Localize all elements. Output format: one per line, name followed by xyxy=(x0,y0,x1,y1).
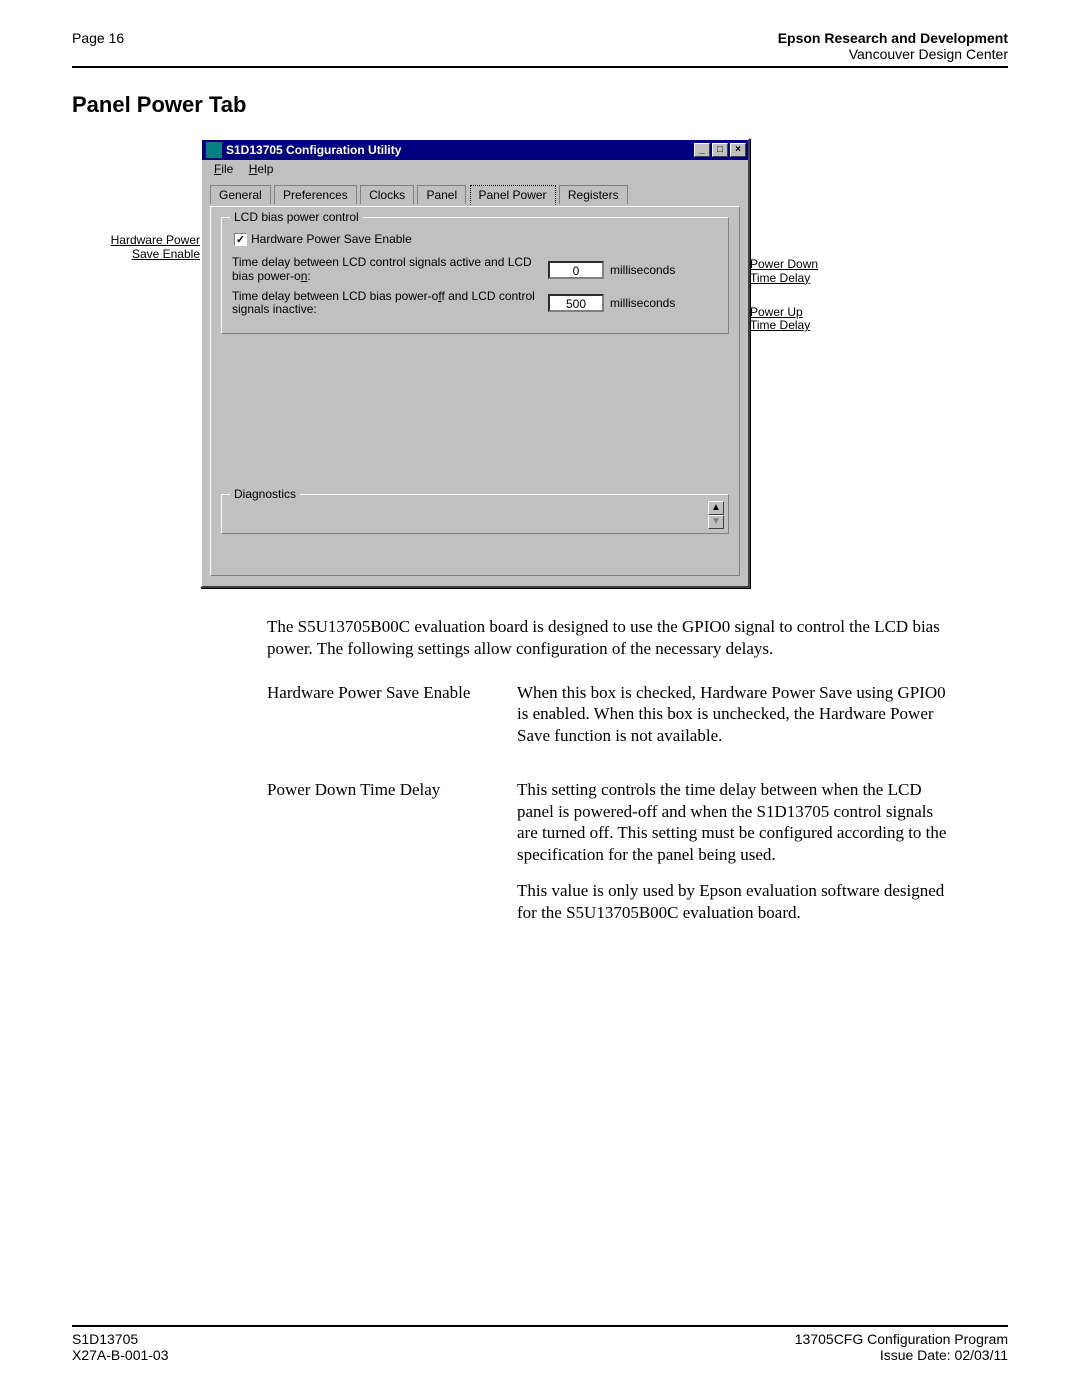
callout-power-down: Power Down Time Delay xyxy=(750,258,860,286)
delay-on-label: Time delay between LCD control signals a… xyxy=(232,256,542,284)
window-title: S1D13705 Configuration Utility xyxy=(226,143,401,157)
diagnostics-title: Diagnostics xyxy=(230,487,300,501)
tab-general[interactable]: General xyxy=(210,185,271,204)
def-term: Power Down Time Delay xyxy=(267,779,517,938)
figure-area: Hardware Power Save Enable S1D13705 Conf… xyxy=(72,138,1008,588)
page-footer: S1D13705 X27A-B-001-03 13705CFG Configur… xyxy=(72,1325,1008,1363)
page-number: Page 16 xyxy=(72,30,124,62)
tab-content: LCD bias power control ✓ Hardware Power … xyxy=(210,206,740,576)
tab-registers[interactable]: Registers xyxy=(559,185,628,204)
hw-power-save-checkbox[interactable]: ✓ xyxy=(234,233,247,246)
def-row: Hardware Power Save Enable When this box… xyxy=(267,682,947,761)
delay-on-unit: milliseconds xyxy=(610,263,675,277)
callout-hw-power-save: Hardware Power Save Enable xyxy=(90,138,200,262)
delay-off-unit: milliseconds xyxy=(610,296,675,310)
section-title: Panel Power Tab xyxy=(72,92,1008,118)
delay-off-input[interactable]: 500 xyxy=(548,294,604,312)
menu-help[interactable]: Help xyxy=(243,162,280,176)
tab-panel[interactable]: Panel xyxy=(417,185,466,204)
maximize-button[interactable]: □ xyxy=(712,143,728,157)
def-row: Power Down Time Delay This setting contr… xyxy=(267,779,947,938)
footer-product: S1D13705 xyxy=(72,1331,169,1347)
config-window: S1D13705 Configuration Utility _ □ × Fil… xyxy=(200,138,750,588)
tab-panel-power[interactable]: Panel Power xyxy=(470,185,556,205)
delay-on-input[interactable]: 0 xyxy=(548,261,604,279)
app-icon xyxy=(206,142,222,158)
titlebar[interactable]: S1D13705 Configuration Utility _ □ × xyxy=(202,140,748,160)
footer-date: Issue Date: 02/03/11 xyxy=(795,1347,1008,1363)
callout-power-up: Power Up Time Delay xyxy=(750,306,860,334)
delay-off-label: Time delay between LCD bias power-off an… xyxy=(232,290,542,318)
minimize-button[interactable]: _ xyxy=(694,143,710,157)
menu-file[interactable]: File xyxy=(208,162,239,176)
callouts-right: Power Down Time Delay Power Up Time Dela… xyxy=(750,138,860,353)
def-desc: This setting controls the time delay bet… xyxy=(517,779,947,938)
footer-docnum: X27A-B-001-03 xyxy=(72,1347,169,1363)
tab-preferences[interactable]: Preferences xyxy=(274,185,357,204)
hw-power-save-label: Hardware Power Save Enable xyxy=(251,232,412,246)
diagnostics-group: Diagnostics ▲ ▼ xyxy=(221,494,729,534)
close-button[interactable]: × xyxy=(730,143,746,157)
tabs: General Preferences Clocks Panel Panel P… xyxy=(210,184,740,206)
tab-clocks[interactable]: Clocks xyxy=(360,185,414,204)
menubar: File Help xyxy=(202,160,748,178)
diag-scroll-up[interactable]: ▲ xyxy=(708,501,724,515)
body-copy: The S5U13705B00C evaluation board is des… xyxy=(267,616,947,937)
lcd-bias-group: LCD bias power control ✓ Hardware Power … xyxy=(221,217,729,334)
org-name: Epson Research and Development xyxy=(778,30,1008,46)
def-desc: When this box is checked, Hardware Power… xyxy=(517,682,947,761)
def-term: Hardware Power Save Enable xyxy=(267,682,517,761)
diag-scroll-down[interactable]: ▼ xyxy=(708,515,724,529)
group-title: LCD bias power control xyxy=(230,210,363,224)
footer-program: 13705CFG Configuration Program xyxy=(795,1331,1008,1347)
org-sub: Vancouver Design Center xyxy=(778,46,1008,62)
page-header: Page 16 Epson Research and Development V… xyxy=(72,30,1008,68)
intro-paragraph: The S5U13705B00C evaluation board is des… xyxy=(267,616,947,660)
